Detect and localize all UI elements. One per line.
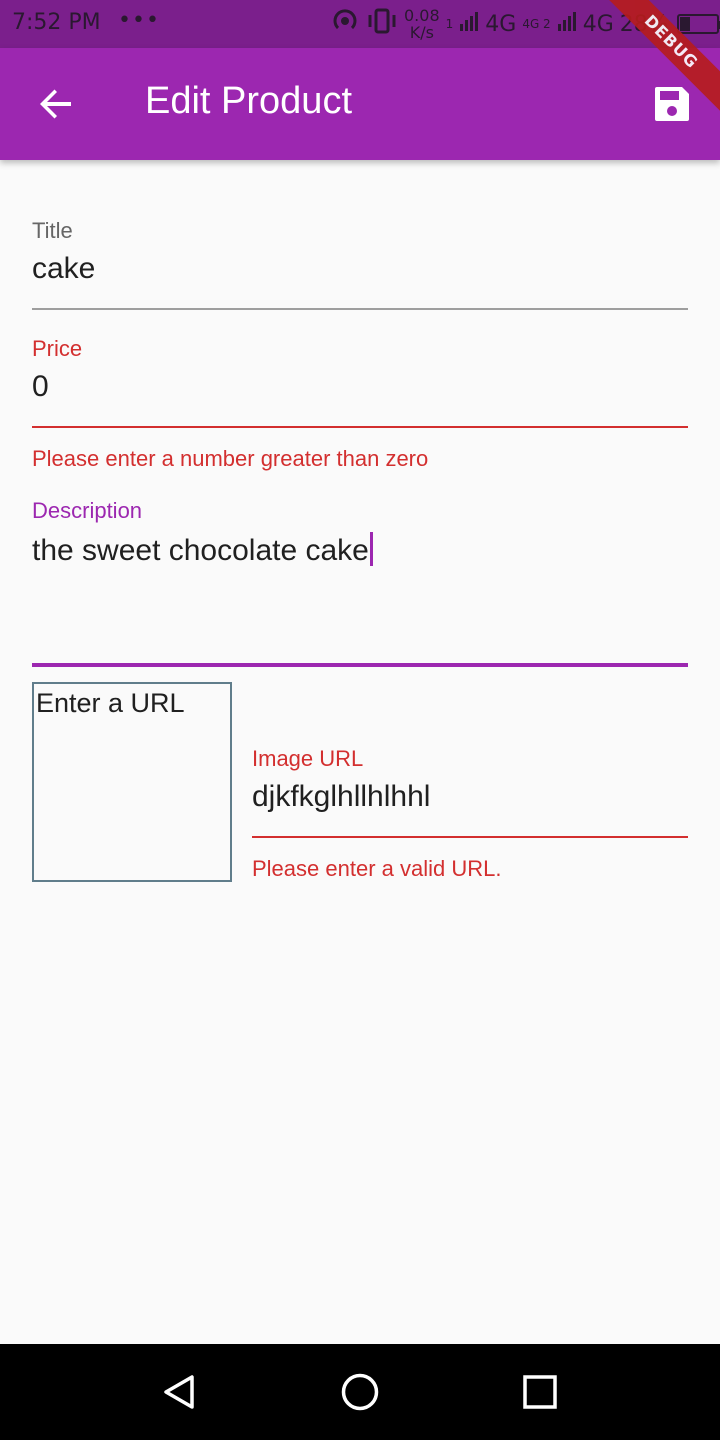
title-field[interactable]: Title cake [32,218,688,312]
back-triangle-icon [164,1375,194,1409]
status-bar: 7:52 PM ••• 0.08 K/s 1 4G 4G 2 4G 28% [0,0,720,48]
status-icons: 0.08 K/s 1 4G 4G 2 4G 28% [330,6,720,42]
description-field[interactable]: Description the sweet chocolate cake [32,498,688,668]
description-label: Description [32,498,143,523]
price-error: Please enter a number greater than zero [32,446,429,471]
signal-icon [459,10,479,38]
app-bar: Edit Product [0,48,720,160]
price-label: Price [32,336,83,361]
screen: 7:52 PM ••• 0.08 K/s 1 4G 4G 2 4G 28% Ed… [0,0,720,1440]
image-url-label: Image URL [252,746,364,771]
status-time: 7:52 PM [12,10,101,35]
nav-back-button[interactable] [150,1362,210,1422]
battery-icon [676,14,720,34]
signal-icon [557,10,577,38]
network1-label: 4G [485,11,517,37]
battery-percent: 28% [619,11,669,37]
text-cursor [369,532,373,566]
title-label: Title [32,218,73,243]
image-preview-placeholder: Enter a URL [36,688,185,718]
page-title: Edit Product [145,80,352,122]
title-value: cake [32,252,96,285]
home-circle-icon [341,1373,379,1411]
price-value: 0 [32,370,49,403]
network2-label: 4G [582,11,614,37]
arrow-back-icon [40,89,71,119]
description-value-wrap: the sweet chocolate cake [32,532,373,568]
save-button[interactable] [638,70,706,138]
notification-dots: ••• [118,8,160,33]
description-underline [32,663,688,667]
description-value: the sweet chocolate cake [32,534,369,567]
speed-value: 0.08 [404,6,440,25]
vibrate-icon [366,6,398,42]
speed-unit: K/s [409,23,434,42]
network-speed: 0.08 K/s [404,7,440,41]
recents-square-icon [523,1375,557,1409]
sim1-number: 1 [445,17,454,31]
image-url-underline [252,836,688,838]
sim2-label: 4G 2 [522,17,551,31]
image-url-error: Please enter a valid URL. [252,856,502,881]
nav-recents-button[interactable] [510,1362,570,1422]
save-icon [655,87,689,121]
hotspot-icon [330,6,360,42]
image-url-value: djkfkglhllhlhhl [252,780,431,813]
image-url-field[interactable]: Image URL djkfkglhllhlhhl Please enter a… [252,746,688,886]
battery-fill [679,17,690,31]
nav-home-button[interactable] [330,1362,390,1422]
price-underline [32,426,688,428]
image-preview: Enter a URL [32,682,232,882]
system-nav-bar [0,1344,720,1440]
title-underline [32,308,688,310]
price-field[interactable]: Price 0 Please enter a number greater th… [32,336,688,476]
back-button[interactable] [22,70,90,138]
